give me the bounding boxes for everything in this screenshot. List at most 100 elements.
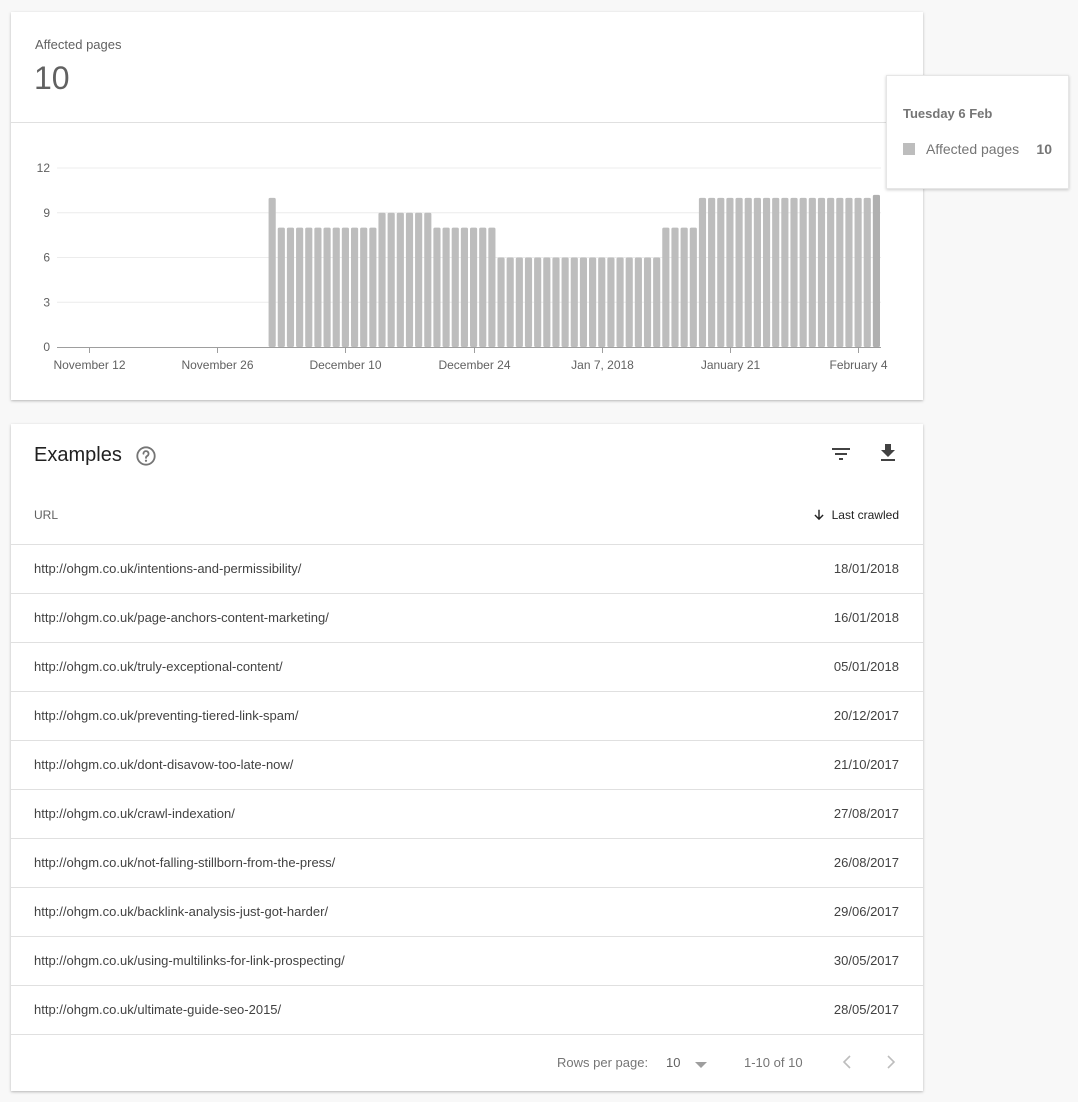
bar[interactable] <box>350 227 359 347</box>
bar[interactable] <box>570 257 578 348</box>
bar[interactable] <box>762 197 771 347</box>
bar[interactable] <box>772 197 780 347</box>
bar[interactable] <box>634 257 642 348</box>
bar[interactable] <box>698 197 707 347</box>
metric-value: 10 <box>34 60 70 96</box>
table-row[interactable]: http://ohgm.co.uk/preventing-tiered-link… <box>11 692 923 741</box>
bar[interactable] <box>323 227 331 347</box>
bar[interactable] <box>360 227 368 347</box>
bar[interactable] <box>552 257 560 348</box>
bar[interactable] <box>314 227 322 347</box>
last-crawled-label: Last crawled <box>831 508 899 522</box>
table-row[interactable]: http://ohgm.co.uk/backlink-analysis-just… <box>11 888 923 937</box>
bar[interactable] <box>497 257 505 348</box>
bar[interactable] <box>488 227 496 347</box>
bar[interactable] <box>543 257 551 348</box>
table-row[interactable]: http://ohgm.co.uk/truly-exceptional-cont… <box>11 643 923 692</box>
rows-per-page-select[interactable]: 10 <box>666 1055 712 1073</box>
bar[interactable] <box>296 227 304 347</box>
chevron-right-icon[interactable] <box>881 1050 901 1074</box>
row-url: http://ohgm.co.uk/intentions-and-permiss… <box>34 561 302 576</box>
bar[interactable] <box>808 197 816 347</box>
download-icon[interactable] <box>876 441 900 465</box>
bar[interactable] <box>735 197 743 347</box>
bar[interactable] <box>433 227 441 347</box>
bar[interactable] <box>479 227 487 347</box>
bar[interactable] <box>405 212 414 347</box>
bar[interactable] <box>781 197 789 347</box>
column-header-last-crawled[interactable]: Last crawled <box>812 508 899 522</box>
metric-label: Affected pages <box>35 37 122 52</box>
bar[interactable] <box>625 257 633 348</box>
bar[interactable] <box>790 197 798 347</box>
table-row[interactable]: http://ohgm.co.uk/intentions-and-permiss… <box>11 545 923 594</box>
bar[interactable] <box>863 197 871 347</box>
bar[interactable] <box>753 197 761 347</box>
bar[interactable] <box>415 212 423 347</box>
bar[interactable] <box>460 227 468 347</box>
bar[interactable] <box>708 197 716 347</box>
rows-per-page-value: 10 <box>666 1055 681 1070</box>
bar[interactable] <box>827 197 835 347</box>
chevron-left-icon[interactable] <box>837 1050 857 1074</box>
bar[interactable] <box>286 227 295 347</box>
bar[interactable] <box>534 257 542 348</box>
bar[interactable] <box>268 197 276 347</box>
bar[interactable] <box>680 227 688 347</box>
row-date: 26/08/2017 <box>833 855 899 870</box>
table-row[interactable]: http://ohgm.co.uk/crawl-indexation/27/08… <box>11 790 923 839</box>
bar[interactable] <box>305 227 313 347</box>
x-tick-label: December 10 <box>309 358 381 372</box>
bar[interactable] <box>524 257 533 348</box>
bar[interactable] <box>799 197 807 347</box>
bar[interactable] <box>387 212 395 347</box>
bar[interactable] <box>589 257 597 348</box>
bar[interactable] <box>369 227 377 347</box>
bar[interactable] <box>744 197 752 347</box>
bar[interactable] <box>515 257 523 348</box>
bar[interactable] <box>726 197 734 347</box>
bar[interactable] <box>872 194 880 347</box>
row-url: http://ohgm.co.uk/dont-disavow-too-late-… <box>34 757 294 772</box>
table-row[interactable]: http://ohgm.co.uk/ultimate-guide-seo-201… <box>11 986 923 1035</box>
bar[interactable] <box>277 227 285 347</box>
table-row[interactable]: http://ohgm.co.uk/using-multilinks-for-l… <box>11 937 923 986</box>
table-row[interactable]: http://ohgm.co.uk/page-anchors-content-m… <box>11 594 923 643</box>
bar[interactable] <box>616 257 624 348</box>
table-row[interactable]: http://ohgm.co.uk/dont-disavow-too-late-… <box>11 741 923 790</box>
bar[interactable] <box>643 257 652 348</box>
bar[interactable] <box>836 197 844 347</box>
bar[interactable] <box>671 227 679 347</box>
bar[interactable] <box>506 257 514 348</box>
bar[interactable] <box>378 212 386 347</box>
bar[interactable] <box>717 197 725 347</box>
bar[interactable] <box>332 227 340 347</box>
x-tick-label: Jan 7, 2018 <box>571 358 634 372</box>
y-tick-label: 6 <box>43 251 50 265</box>
table-pagination: Rows per page: 10 1-10 of 10 <box>11 1034 923 1091</box>
column-header-url[interactable]: URL <box>34 508 58 522</box>
bar[interactable] <box>579 257 588 348</box>
bar[interactable] <box>817 197 826 347</box>
bar[interactable] <box>854 197 862 347</box>
bar[interactable] <box>470 227 478 347</box>
bar[interactable] <box>845 197 853 347</box>
bar[interactable] <box>689 227 697 347</box>
bar[interactable] <box>396 212 404 347</box>
affected-pages-chart[interactable]: 0 3 6 9 12 November 12 November 26 December 10 D… <box>11 123 923 400</box>
bar[interactable] <box>662 227 670 347</box>
bar[interactable] <box>653 257 661 348</box>
bar[interactable] <box>442 227 450 347</box>
help-circle-icon[interactable] <box>135 445 157 467</box>
bar[interactable] <box>424 212 432 347</box>
examples-title: Examples <box>34 444 122 466</box>
bar[interactable] <box>451 227 459 347</box>
bar[interactable] <box>607 257 615 348</box>
arrow-down-icon <box>814 509 824 521</box>
filter-icon[interactable] <box>829 442 853 466</box>
bar[interactable] <box>561 257 569 348</box>
bar[interactable] <box>341 227 349 347</box>
bar[interactable] <box>598 257 606 348</box>
table-row[interactable]: http://ohgm.co.uk/not-falling-stillborn-… <box>11 839 923 888</box>
x-tick-label: November 26 <box>181 358 253 372</box>
